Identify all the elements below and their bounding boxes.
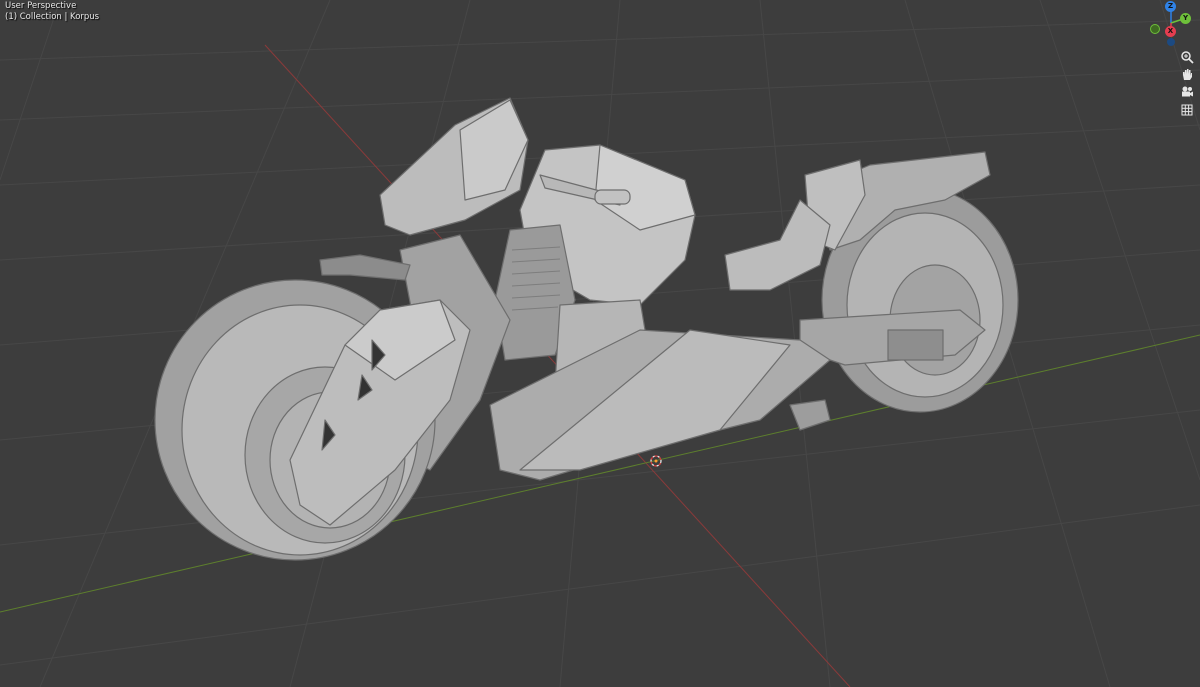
navigation-gizmo[interactable]: Z Y X	[1148, 0, 1194, 46]
scene-canvas[interactable]	[0, 0, 1200, 687]
gizmo-neg-z-axis[interactable]	[1167, 38, 1175, 46]
3d-viewport[interactable]: User Perspective (1) Collection | Korpus…	[0, 0, 1200, 687]
gizmo-y-axis[interactable]: Y	[1180, 13, 1191, 24]
zoom-icon[interactable]	[1180, 50, 1194, 64]
grid-view-icon[interactable]	[1180, 103, 1194, 117]
viewport-collection-info: (1) Collection | Korpus	[5, 12, 100, 22]
gizmo-neg-y-axis[interactable]	[1150, 24, 1160, 34]
viewport-view-name: User Perspective	[5, 1, 77, 11]
pan-hand-icon[interactable]	[1180, 67, 1194, 81]
gizmo-x-axis[interactable]: X	[1165, 26, 1176, 37]
motorcycle-model[interactable]	[154, 97, 1019, 561]
gizmo-z-axis[interactable]: Z	[1165, 1, 1176, 12]
camera-view-icon[interactable]	[1180, 85, 1194, 99]
